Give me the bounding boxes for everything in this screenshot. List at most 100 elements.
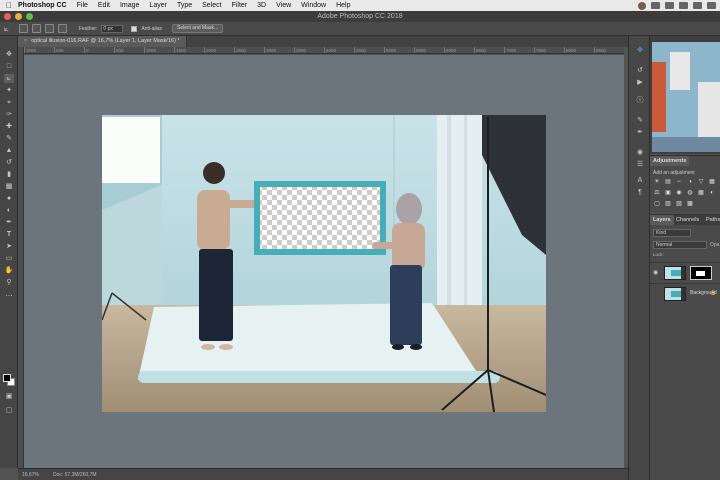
- cloud-icon[interactable]: [651, 2, 660, 9]
- menu-window[interactable]: Window: [301, 2, 326, 9]
- add-selection-icon[interactable]: [31, 24, 41, 33]
- battery-icon[interactable]: [679, 2, 688, 9]
- menu-view[interactable]: View: [276, 2, 291, 9]
- invert-icon[interactable]: ◐: [708, 189, 716, 197]
- menu-type[interactable]: Type: [177, 2, 192, 9]
- tools-panel: ✥ □ ⟀ ✦ ⌖ ✑ ✚ ✎ ▲ ↺ ▮ ▩ ● ◐ ✒ T ➤ ▭ ✋ ⚲ …: [0, 36, 18, 468]
- tab-paths[interactable]: Paths: [703, 215, 720, 225]
- color-balance-icon[interactable]: ⚖: [653, 189, 661, 197]
- learn-icon[interactable]: ✥: [635, 46, 645, 55]
- hand-icon[interactable]: ✋: [4, 266, 14, 275]
- magic-wand-icon[interactable]: ✦: [4, 86, 14, 95]
- document-tab[interactable]: × optical illusion-016.RAF @ 16,7% (Layer…: [18, 36, 187, 47]
- menu-filter[interactable]: Filter: [232, 2, 248, 9]
- menu-edit[interactable]: Edit: [98, 2, 110, 9]
- gradient-map-icon[interactable]: ▨: [675, 200, 683, 208]
- more-icon[interactable]: ⋯: [4, 292, 14, 301]
- notification-icon[interactable]: [707, 2, 716, 9]
- dodge-icon[interactable]: ◐: [4, 206, 14, 215]
- channel-mixer-icon[interactable]: ◍: [686, 189, 694, 197]
- apple-icon[interactable]: : [0, 1, 18, 10]
- select-and-mask-button[interactable]: Select and Mask...: [172, 24, 224, 33]
- type-icon[interactable]: T: [4, 230, 14, 239]
- layer-kind-filter[interactable]: Kind: [653, 229, 691, 237]
- properties-icon[interactable]: ☰: [635, 160, 645, 169]
- menu-select[interactable]: Select: [202, 2, 221, 9]
- brush-icon[interactable]: ✎: [4, 134, 14, 143]
- background-layer-thumbnail[interactable]: [664, 287, 686, 301]
- selective-color-icon[interactable]: ▩: [686, 200, 694, 208]
- adjustments-hint: Add an adjustment: [653, 170, 695, 176]
- gradient-icon[interactable]: ▩: [4, 182, 14, 191]
- feather-input[interactable]: 0 px: [101, 24, 124, 33]
- quick-mask-icon[interactable]: ▣: [4, 392, 14, 401]
- eyedropper-icon[interactable]: ✑: [4, 110, 14, 119]
- pen-icon[interactable]: ✒: [4, 218, 14, 227]
- rectangle-icon[interactable]: ▭: [4, 254, 14, 263]
- menu-layer[interactable]: Layer: [149, 2, 167, 9]
- color-lookup-icon[interactable]: ▦: [697, 189, 705, 197]
- vibrance-icon[interactable]: ▽: [697, 178, 705, 186]
- lasso-preset-icon[interactable]: ⟀: [4, 24, 9, 34]
- layer-thumbnail[interactable]: [664, 266, 686, 280]
- antialias-checkbox[interactable]: [131, 25, 138, 32]
- info-icon[interactable]: ⓘ: [635, 96, 645, 105]
- brush-settings-icon[interactable]: ✎: [635, 116, 645, 125]
- ruler-tick-label: 8500: [594, 47, 607, 53]
- new-selection-icon[interactable]: [18, 24, 28, 33]
- exposure-icon[interactable]: ◑: [686, 178, 694, 186]
- curves-icon[interactable]: ∽: [675, 178, 683, 186]
- zoom-icon[interactable]: ⚲: [4, 278, 14, 287]
- levels-icon[interactable]: ▤: [664, 178, 672, 186]
- paragraph-icon[interactable]: ¶: [635, 188, 645, 197]
- blend-mode-select[interactable]: Normal: [653, 241, 707, 249]
- clone-stamp-icon[interactable]: ▲: [4, 146, 14, 155]
- visibility-eye-icon[interactable]: ◉: [653, 269, 658, 276]
- foreground-color-swatch[interactable]: [3, 374, 11, 382]
- menu-3d[interactable]: 3D: [257, 2, 266, 9]
- navigator-preview[interactable]: [652, 42, 720, 152]
- clone-source-icon[interactable]: ◉: [635, 148, 645, 157]
- hue-saturation-icon[interactable]: ▦: [708, 178, 716, 186]
- menu-help[interactable]: Help: [336, 2, 350, 9]
- layer-row-layer-1[interactable]: ◉: [650, 262, 720, 282]
- document-info[interactable]: Doc: 57,3M/260,7M: [53, 472, 97, 478]
- posterize-icon[interactable]: ▢: [653, 200, 661, 208]
- canvas-area[interactable]: [24, 55, 624, 468]
- horizontal-ruler[interactable]: 1000 500 0 500 1000 1500 2000 2500 3000 3500 4000 4…: [24, 47, 624, 54]
- intersect-selection-icon[interactable]: [57, 24, 67, 33]
- layer-row-background[interactable]: Background 🔒: [650, 283, 720, 303]
- menu-app-name[interactable]: Photoshop CC: [18, 2, 67, 9]
- menu-image[interactable]: Image: [120, 2, 139, 9]
- path-selection-icon[interactable]: ➤: [4, 242, 14, 251]
- document-image[interactable]: [102, 115, 546, 412]
- user-avatar-icon[interactable]: [638, 1, 646, 10]
- tab-adjustments[interactable]: Adjustments: [650, 156, 690, 166]
- crop-icon[interactable]: ⌖: [4, 98, 14, 107]
- brightness-icon[interactable]: ☀: [653, 178, 661, 186]
- menu-file[interactable]: File: [77, 2, 88, 9]
- wifi-icon[interactable]: [665, 2, 674, 9]
- tab-channels[interactable]: Channels: [673, 215, 702, 225]
- actions-play-icon[interactable]: ▶: [635, 78, 645, 87]
- marquee-icon[interactable]: □: [4, 62, 14, 71]
- layer-mask-thumbnail[interactable]: [690, 266, 712, 280]
- threshold-icon[interactable]: ▧: [664, 200, 672, 208]
- search-icon[interactable]: [693, 2, 702, 9]
- tab-layers[interactable]: Layers: [650, 215, 674, 225]
- lasso-icon[interactable]: ⟀: [4, 74, 14, 83]
- history-icon[interactable]: ↺: [635, 66, 645, 75]
- history-brush-icon[interactable]: ↺: [4, 158, 14, 167]
- healing-icon[interactable]: ✚: [4, 122, 14, 131]
- zoom-level[interactable]: 16,67%: [22, 472, 39, 478]
- subtract-selection-icon[interactable]: [44, 24, 54, 33]
- character-icon[interactable]: A: [635, 176, 645, 185]
- close-tab-icon[interactable]: ×: [24, 38, 27, 44]
- brushes-icon[interactable]: ✒: [635, 128, 645, 137]
- move-icon[interactable]: ✥: [4, 50, 14, 59]
- black-white-icon[interactable]: ▣: [664, 189, 672, 197]
- blur-icon[interactable]: ●: [4, 194, 14, 203]
- eraser-icon[interactable]: ▮: [4, 170, 14, 179]
- photo-filter-icon[interactable]: ◉: [675, 189, 683, 197]
- screen-mode-icon[interactable]: ▢: [4, 406, 14, 415]
